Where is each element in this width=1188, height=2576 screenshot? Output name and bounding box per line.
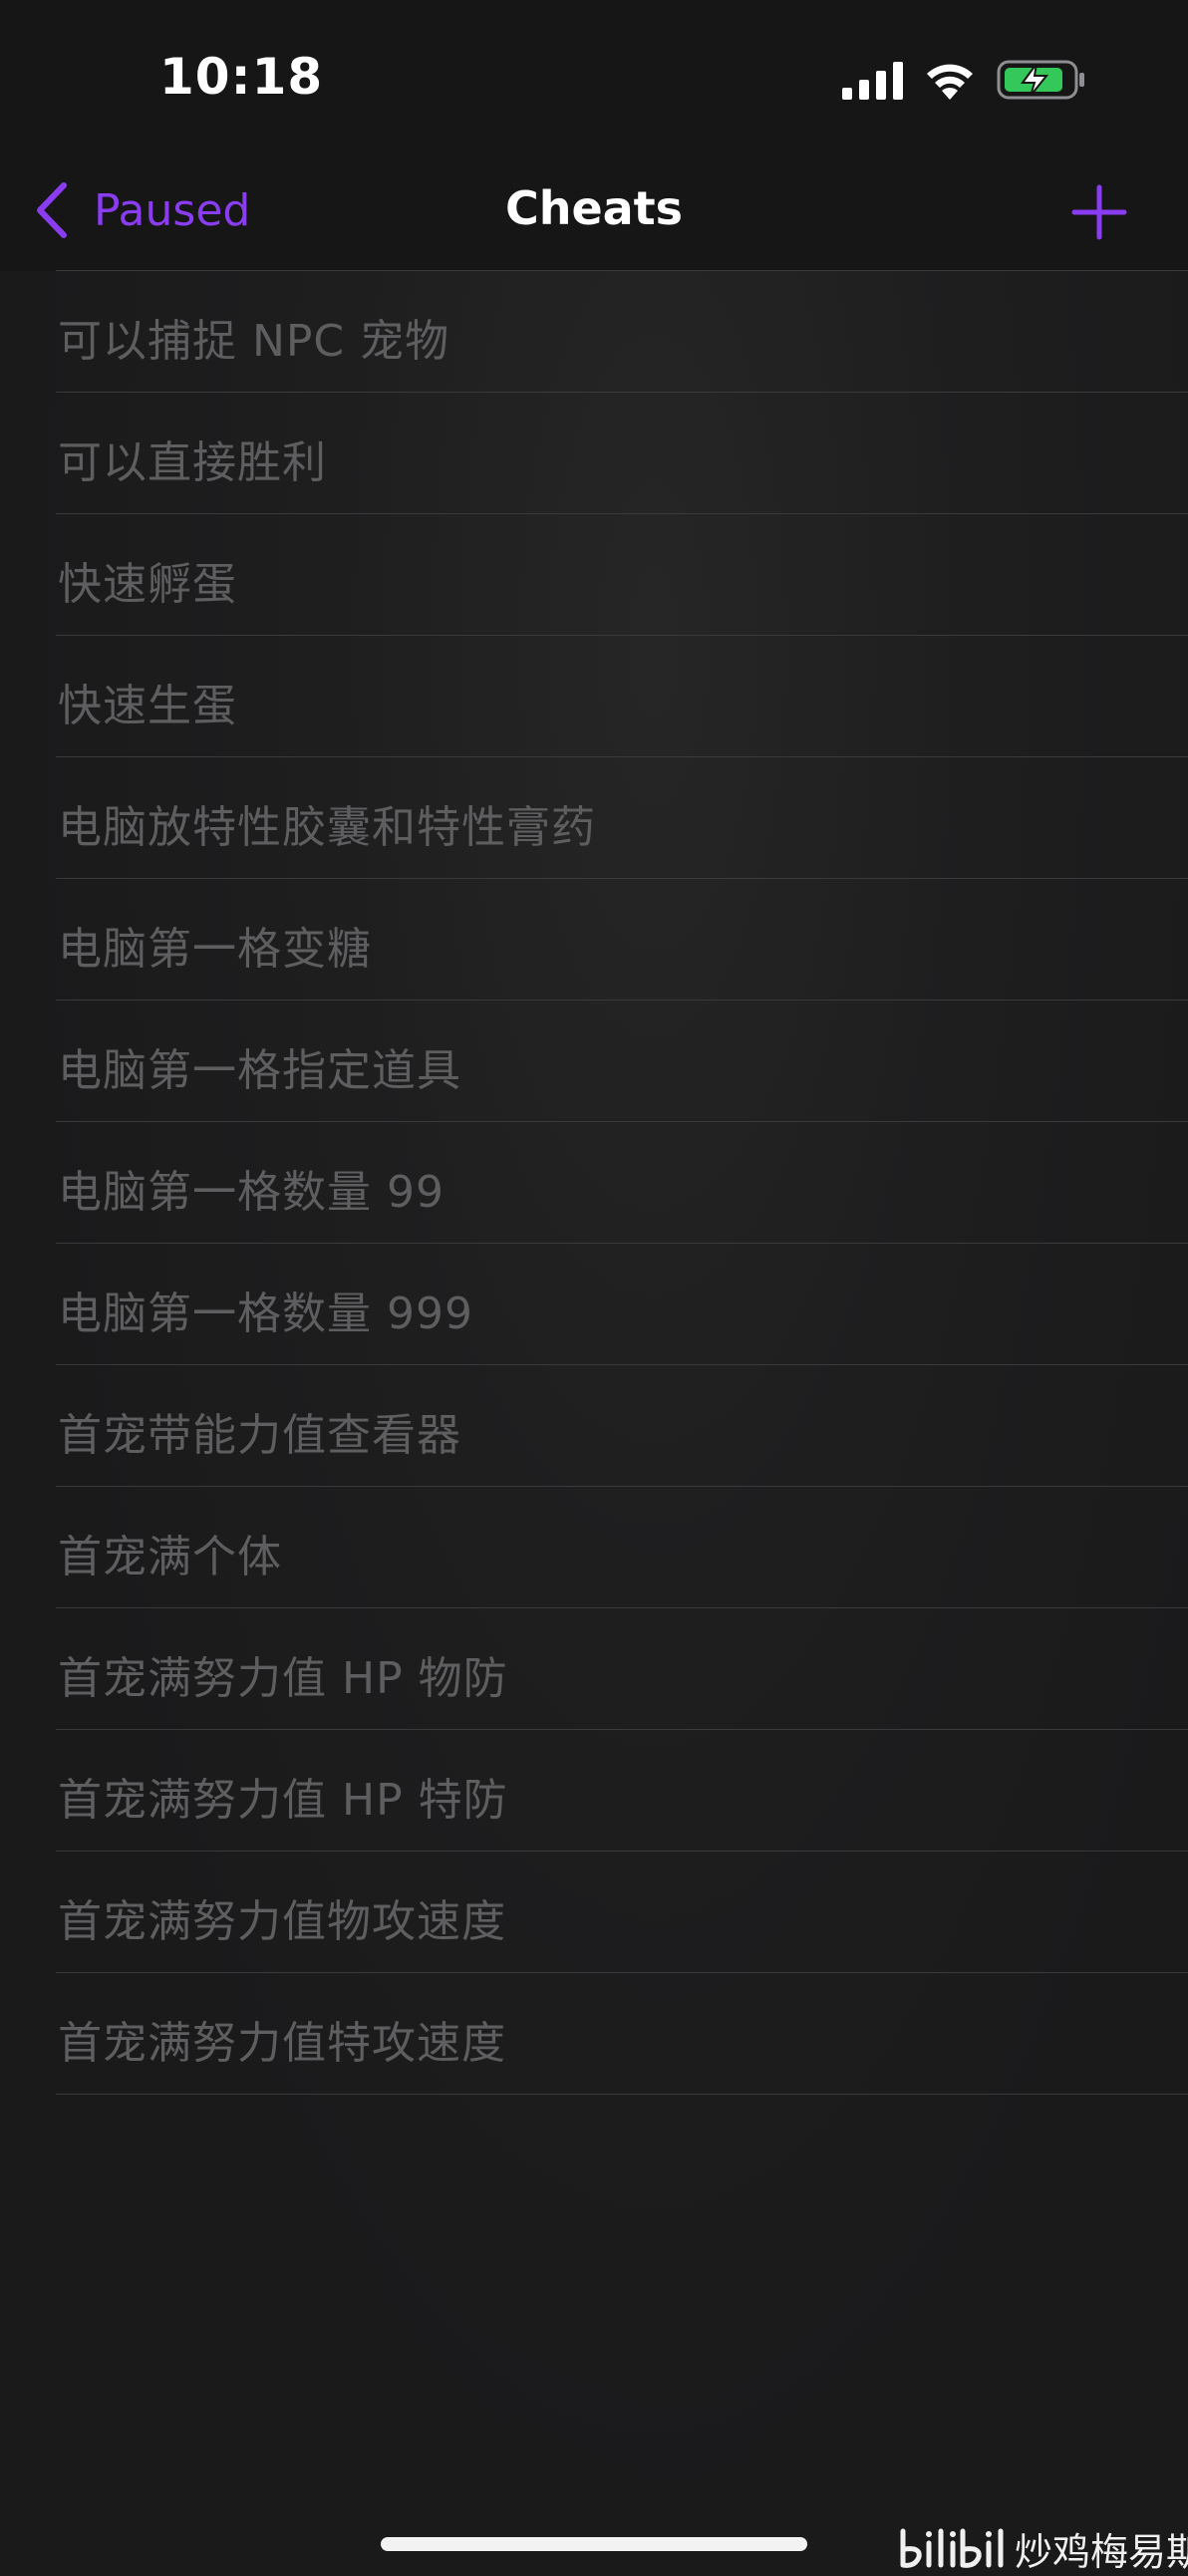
status-time: 10:18 <box>159 48 324 106</box>
list-item[interactable]: 可以直接胜利 <box>56 392 1188 513</box>
list-item[interactable]: 首宠满努力值 HP 物防 <box>56 1607 1188 1729</box>
list-item[interactable]: 快速孵蛋 <box>56 513 1188 635</box>
list-item[interactable]: 首宠满努力值物攻速度 <box>56 1851 1188 1972</box>
cheat-label: 首宠满努力值特攻速度 <box>58 2018 506 2069</box>
list-item[interactable]: 可以捕捉 NPC 宠物 <box>56 270 1188 392</box>
bilibili-logo-icon <box>900 2528 1004 2568</box>
watermark: 炒鸡梅易斯 <box>897 2521 1188 2575</box>
list-item[interactable]: 首宠满努力值特攻速度 <box>56 1972 1188 2095</box>
screen: 10:18 Paused Cheats 可以捕捉 NPC 宠物 可以直接胜利 快… <box>0 0 1188 2575</box>
list-item[interactable]: 首宠满个体 <box>56 1486 1188 1607</box>
cheat-label: 电脑第一格数量 99 <box>58 1167 445 1218</box>
plus-icon[interactable] <box>1068 181 1130 243</box>
list-item[interactable]: 电脑第一格数量 99 <box>56 1121 1188 1243</box>
cheat-label: 可以直接胜利 <box>58 437 327 488</box>
cheat-label: 电脑第一格数量 999 <box>58 1288 473 1339</box>
navigation-bar: Paused Cheats <box>0 149 1188 271</box>
list-item[interactable]: 电脑第一格数量 999 <box>56 1243 1188 1364</box>
back-label: Paused <box>94 184 251 236</box>
cheat-label: 首宠满努力值物攻速度 <box>58 1896 506 1947</box>
signal-icon <box>842 62 903 100</box>
cheat-label: 首宠满个体 <box>58 1532 282 1582</box>
list-item[interactable]: 电脑第一格指定道具 <box>56 1000 1188 1121</box>
list-item[interactable]: 电脑放特性胶囊和特性膏药 <box>56 756 1188 878</box>
cheat-label: 首宠满努力值 HP 物防 <box>58 1653 508 1704</box>
cheat-label: 电脑第一格指定道具 <box>58 1045 461 1096</box>
list-item[interactable]: 电脑第一格变糖 <box>56 878 1188 1000</box>
home-indicator[interactable] <box>381 2537 807 2551</box>
cheat-label: 快速生蛋 <box>58 681 237 731</box>
wifi-icon <box>927 64 973 100</box>
list-item[interactable]: 首宠带能力值查看器 <box>56 1364 1188 1486</box>
watermark-text: 炒鸡梅易斯 <box>1015 2529 1188 2574</box>
status-bar: 10:18 <box>0 0 1188 149</box>
cheat-label: 首宠满努力值 HP 特防 <box>58 1775 508 1826</box>
cheat-label: 快速孵蛋 <box>58 559 237 610</box>
list-item[interactable]: 首宠满努力值 HP 特防 <box>56 1729 1188 1851</box>
cheat-label: 首宠带能力值查看器 <box>58 1410 461 1461</box>
back-button[interactable]: Paused <box>34 177 250 243</box>
cheat-label: 电脑第一格变糖 <box>58 924 372 975</box>
cheat-list: 可以捕捉 NPC 宠物 可以直接胜利 快速孵蛋 快速生蛋 电脑放特性胶囊和特性膏… <box>0 270 1188 2095</box>
cheat-label: 可以捕捉 NPC 宠物 <box>58 316 450 367</box>
list-item[interactable]: 快速生蛋 <box>56 635 1188 756</box>
battery-charging-icon <box>997 60 1084 100</box>
chevron-left-icon <box>37 182 67 238</box>
cheat-label: 电脑放特性胶囊和特性膏药 <box>58 802 596 853</box>
